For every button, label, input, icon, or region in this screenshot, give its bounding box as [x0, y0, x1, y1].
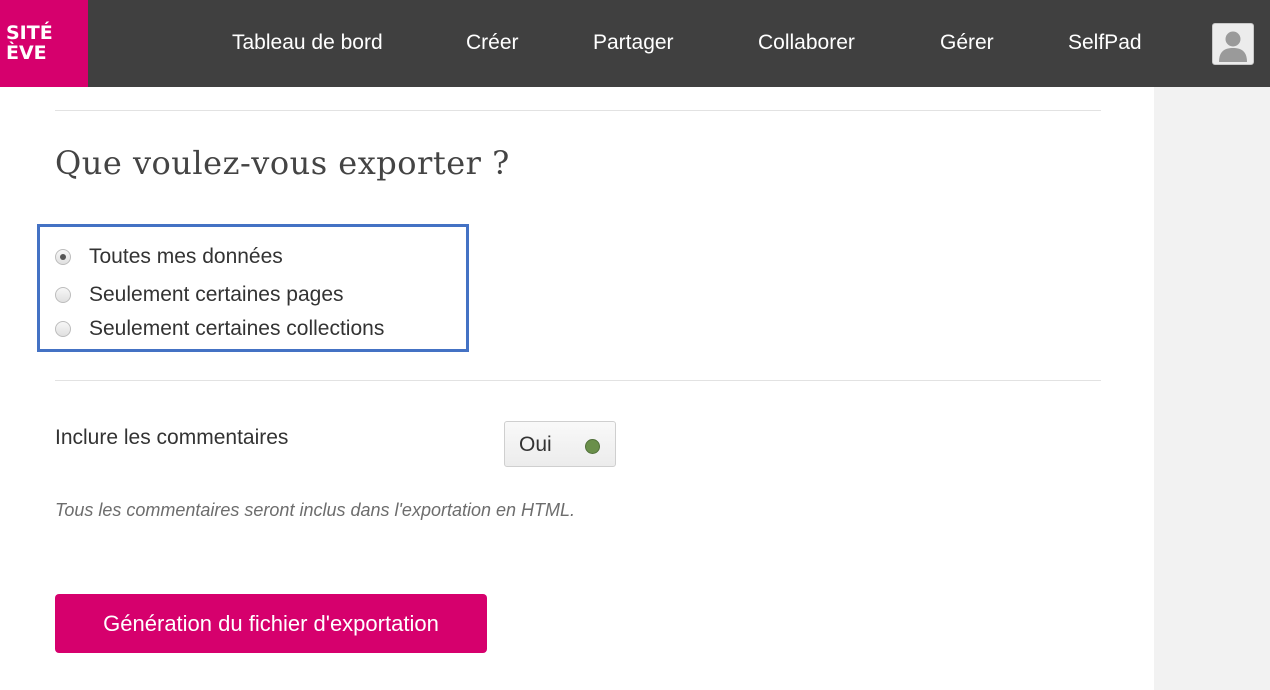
logo-line-1: SITÉ — [6, 22, 53, 44]
include-comments-toggle[interactable]: Oui — [504, 421, 616, 467]
radio-option-all-data[interactable]: Toutes mes données — [55, 242, 283, 272]
nav-creer[interactable]: Créer — [466, 30, 519, 56]
radio-label: Toutes mes données — [89, 245, 283, 268]
nav-partager[interactable]: Partager — [593, 30, 674, 56]
page-title: Que voulez-vous exporter ? — [55, 144, 510, 182]
radio-option-some-collections[interactable]: Seulement certaines collections — [55, 314, 384, 344]
top-divider — [55, 110, 1101, 111]
right-sidebar — [1154, 87, 1270, 690]
user-avatar-icon[interactable] — [1212, 23, 1254, 65]
radio-button[interactable] — [55, 321, 71, 337]
top-navigation-bar: SITÉ ÈVE Tableau de bord Créer Partager … — [0, 0, 1270, 87]
logo-line-2: ÈVE — [6, 42, 47, 64]
radio-option-some-pages[interactable]: Seulement certaines pages — [55, 280, 344, 310]
person-silhouette-icon — [1219, 31, 1247, 62]
radio-button-checked[interactable] — [55, 249, 71, 265]
comments-hint: Tous les commentaires seront inclus dans… — [55, 500, 576, 520]
radio-label: Seulement certaines collections — [89, 317, 385, 340]
site-logo[interactable]: SITÉ ÈVE — [0, 0, 88, 87]
nav-tableau-de-bord[interactable]: Tableau de bord — [232, 30, 383, 56]
generate-export-button[interactable]: Génération du fichier d'exportation — [55, 594, 487, 653]
radio-label: Seulement certaines pages — [89, 283, 344, 306]
include-comments-label: Inclure les commentaires — [55, 426, 289, 449]
section-divider — [55, 380, 1101, 381]
toggle-status-dot-icon — [585, 439, 600, 454]
toggle-value: Oui — [519, 433, 552, 456]
nav-gerer[interactable]: Gérer — [940, 30, 994, 56]
nav-selfpad[interactable]: SelfPad — [1068, 30, 1142, 56]
radio-button[interactable] — [55, 287, 71, 303]
nav-collaborer[interactable]: Collaborer — [758, 30, 855, 56]
